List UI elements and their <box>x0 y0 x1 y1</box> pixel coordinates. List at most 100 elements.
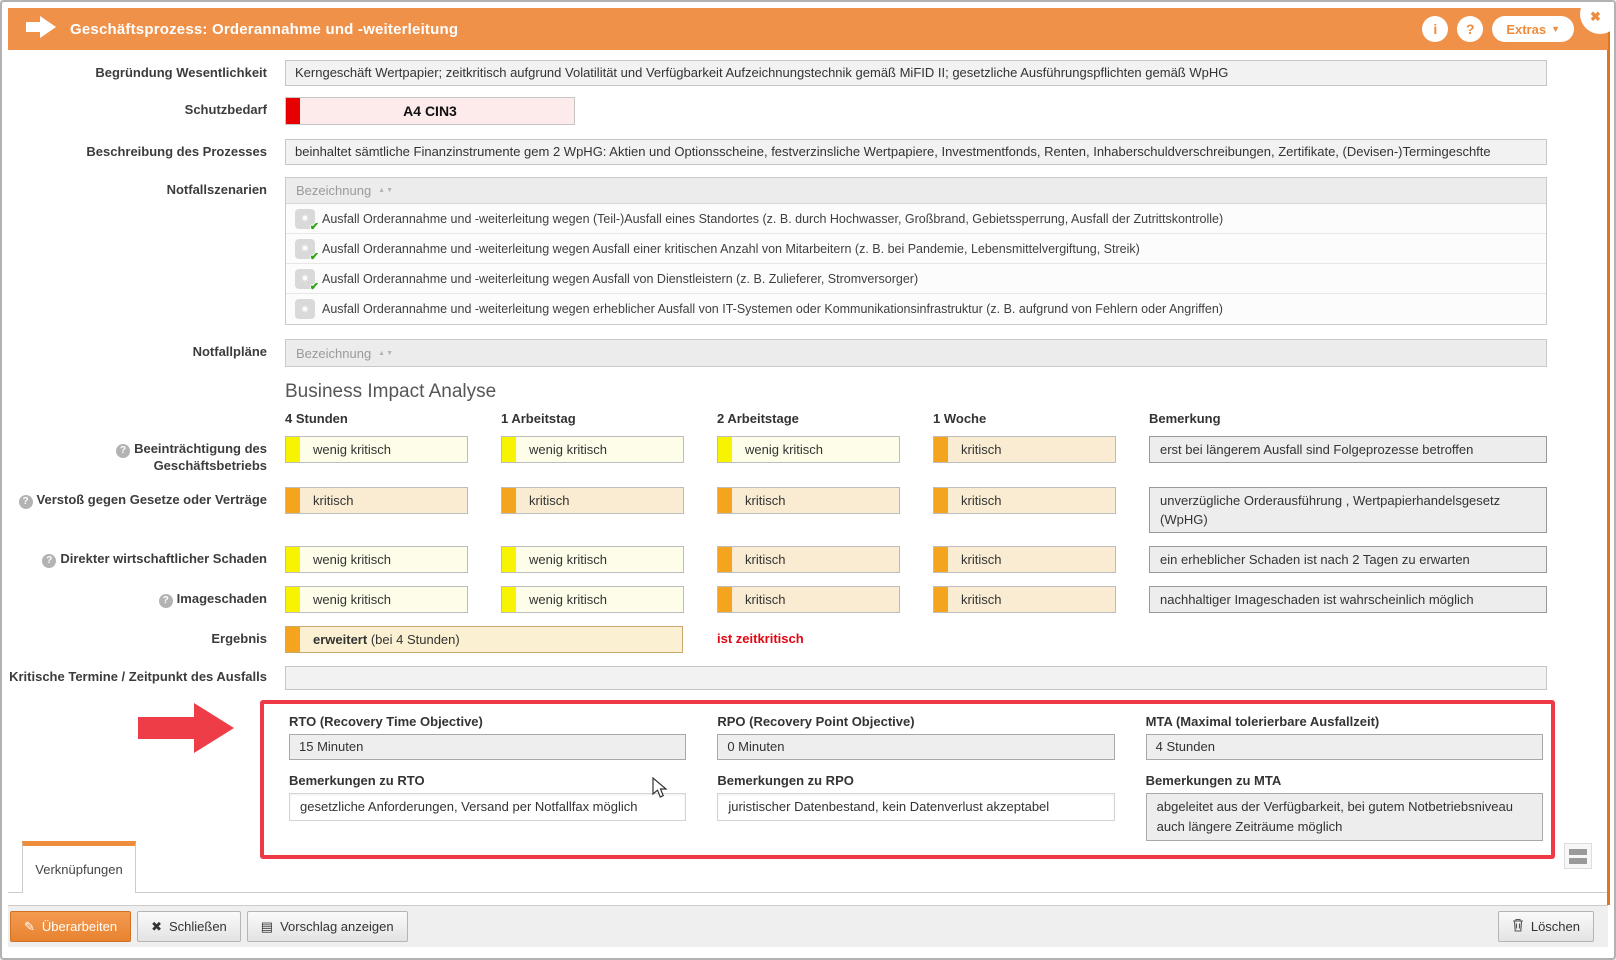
scenario-icon: ✷ ✔ <box>295 269 315 289</box>
zeitkritisch-flag: ist zeitkritisch <box>717 626 804 646</box>
bia-rating-cell[interactable]: kritisch <box>501 487 684 514</box>
col-header: Bemerkung <box>1149 411 1221 426</box>
bia-row-label: Direkter wirtschaftlicher Schaden <box>60 551 267 566</box>
beschreibung-label: Beschreibung des Prozesses <box>8 139 285 159</box>
scenario-list-item[interactable]: ✷ ✔ Ausfall Orderannahme und -weiterleit… <box>286 294 1546 324</box>
help-icon[interactable]: ? <box>42 554 56 568</box>
schliessen-button[interactable]: ✖ Schließen <box>137 911 241 942</box>
vorschlag-anzeigen-button[interactable]: ▤ Vorschlag anzeigen <box>247 911 408 942</box>
list-icon: ▤ <box>261 919 273 935</box>
check-icon: ✔ <box>310 220 319 233</box>
scenario-label: Ausfall Orderannahme und -weiterleitung … <box>322 302 1223 316</box>
rto-note-input[interactable]: gesetzliche Anforderungen, Versand per N… <box>289 793 686 821</box>
bia-remark-input[interactable]: ein erheblicher Schaden ist nach 2 Tagen… <box>1149 546 1547 573</box>
info-icon[interactable]: i <box>1422 16 1448 42</box>
bia-rating-cell[interactable]: wenig kritisch <box>501 546 684 573</box>
scenario-list-item[interactable]: ✷ ✔ Ausfall Orderannahme und -weiterleit… <box>286 264 1546 294</box>
bia-rating-cell[interactable]: kritisch <box>717 546 900 573</box>
list-column-header[interactable]: Bezeichnung ▲▼ <box>286 178 1546 204</box>
bia-row: ? Imageschaden wenig kritisch wenig kriti… <box>8 586 1608 613</box>
sort-icon[interactable]: ▲▼ <box>378 350 394 357</box>
close-icon: ✖ <box>151 919 162 935</box>
rpo-label: RPO (Recovery Point Objective) <box>717 714 1114 729</box>
kritische-termine-input[interactable] <box>285 666 1547 690</box>
bia-rating-cell[interactable]: kritisch <box>933 436 1116 463</box>
bia-row-label: Verstoß gegen Gesetze oder Verträge <box>37 492 267 507</box>
col-header: 2 Arbeitstage <box>717 411 933 426</box>
bia-rating-cell[interactable]: wenig kritisch <box>285 546 468 573</box>
col-header: 1 Arbeitstag <box>501 411 717 426</box>
bia-remark-input[interactable]: erst bei längerem Ausfall sind Folgeproz… <box>1149 436 1547 463</box>
severity-bar <box>934 587 948 612</box>
bia-section-title: Business Impact Analyse <box>285 379 1608 405</box>
severity-bar <box>718 437 732 462</box>
ueberarbeiten-button[interactable]: ✎ Überarbeiten <box>10 911 131 942</box>
help-icon[interactable]: ? <box>116 444 130 458</box>
begruendung-input[interactable]: Kerngeschäft Wertpapier; zeitkritisch au… <box>285 60 1547 86</box>
mta-input[interactable]: 4 Stunden <box>1146 734 1543 760</box>
scenario-list-item[interactable]: ✷ ✔ Ausfall Orderannahme und -weiterleit… <box>286 204 1546 234</box>
bia-row-label: Imageschaden <box>177 591 267 606</box>
col-header: 1 Woche <box>933 411 1149 426</box>
schutzbedarf-label: Schutzbedarf <box>8 97 285 117</box>
edit-icon: ✎ <box>24 919 35 935</box>
sort-icon[interactable]: ▲▼ <box>378 187 394 194</box>
page-title: Geschäftsprozess: Orderannahme und -weit… <box>70 21 458 38</box>
help-icon[interactable]: ? <box>19 495 33 509</box>
rpo-note-input[interactable]: juristischer Datenbestand, kein Datenver… <box>717 793 1114 821</box>
ergebnis-label: Ergebnis <box>8 626 285 647</box>
bia-rating-cell[interactable]: kritisch <box>933 546 1116 573</box>
rto-note-label: Bemerkungen zu RTO <box>289 773 686 788</box>
bia-rating-cell[interactable]: kritisch <box>933 586 1116 613</box>
bia-rating-cell[interactable]: wenig kritisch <box>717 436 900 463</box>
help-icon[interactable]: ? <box>1457 16 1483 42</box>
process-dialog-window: Geschäftsprozess: Orderannahme und -weit… <box>0 0 1616 960</box>
tab-verknuepfungen[interactable]: Verknüpfungen <box>22 841 136 893</box>
severity-bar <box>718 488 732 513</box>
beschreibung-input[interactable]: beinhaltet sämtliche Finanzinstrumente g… <box>285 139 1547 165</box>
rto-input[interactable]: 15 Minuten <box>289 734 686 760</box>
mta-note-label: Bemerkungen zu MTA <box>1146 773 1543 788</box>
footer-bar: ✎ Überarbeiten ✖ Schließen ▤ Vorschlag a… <box>8 905 1608 947</box>
severity-bar <box>718 547 732 572</box>
severity-bar <box>502 437 516 462</box>
severity-bar <box>934 437 948 462</box>
severity-bar <box>286 488 300 513</box>
severity-bar <box>286 547 300 572</box>
bia-rating-cell[interactable]: wenig kritisch <box>285 436 468 463</box>
extras-button[interactable]: Extras ▼ <box>1492 16 1574 42</box>
close-icon: ✖ <box>1590 9 1601 25</box>
severity-bar <box>502 587 516 612</box>
mta-note-input[interactable]: abgeleitet aus der Verfügbarkeit, bei gu… <box>1146 793 1543 841</box>
bia-remark-input[interactable]: nachhaltiger Imageschaden ist wahrschein… <box>1149 586 1547 613</box>
bia-rating-cell[interactable]: wenig kritisch <box>285 586 468 613</box>
mouse-cursor <box>652 777 668 804</box>
scenario-list-item[interactable]: ✷ ✔ Ausfall Orderannahme und -weiterleit… <box>286 234 1546 264</box>
help-icon[interactable]: ? <box>159 594 173 608</box>
bia-rating-cell[interactable]: wenig kritisch <box>501 436 684 463</box>
window-right-accent <box>1607 8 1610 905</box>
list-column-header[interactable]: Bezeichnung ▲▼ <box>286 340 1546 366</box>
panel-toggle-icon[interactable] <box>1564 843 1592 869</box>
bia-rating-cell[interactable]: kritisch <box>717 586 900 613</box>
loeschen-button[interactable]: Löschen <box>1498 911 1594 942</box>
severity-bar <box>934 547 948 572</box>
scenario-icon: ✷ ✔ <box>295 209 315 229</box>
scenario-label: Ausfall Orderannahme und -weiterleitung … <box>322 272 918 286</box>
bia-rating-cell[interactable]: kritisch <box>933 487 1116 514</box>
bia-row: ?Beeinträchtigung des Geschäftsbetriebs … <box>8 436 1608 474</box>
dialog-header: Geschäftsprozess: Orderannahme und -weit… <box>8 8 1608 50</box>
schutzbedarf-value: A4 CIN3 <box>285 97 575 125</box>
ergebnis-severity-bar <box>286 627 300 652</box>
bia-rating-cell[interactable]: kritisch <box>285 487 468 514</box>
severity-bar <box>286 587 300 612</box>
col-header: 4 Stunden <box>285 411 501 426</box>
kritische-termine-label: Kritische Termine / Zeitpunkt des Ausfal… <box>8 666 285 684</box>
process-arrow-icon <box>26 16 56 43</box>
bia-rating-cell[interactable]: wenig kritisch <box>501 586 684 613</box>
notfallszenarien-list: Bezeichnung ▲▼ ✷ ✔ Ausfall Orderannahme … <box>285 177 1547 325</box>
bia-rating-cell[interactable]: kritisch <box>717 487 900 514</box>
bia-column-headers: 4 Stunden 1 Arbeitstag 2 Arbeitstage 1 W… <box>8 411 1608 426</box>
rpo-input[interactable]: 0 Minuten <box>717 734 1114 760</box>
bia-remark-input[interactable]: unverzügliche Orderausführung , Wertpapi… <box>1149 487 1547 533</box>
